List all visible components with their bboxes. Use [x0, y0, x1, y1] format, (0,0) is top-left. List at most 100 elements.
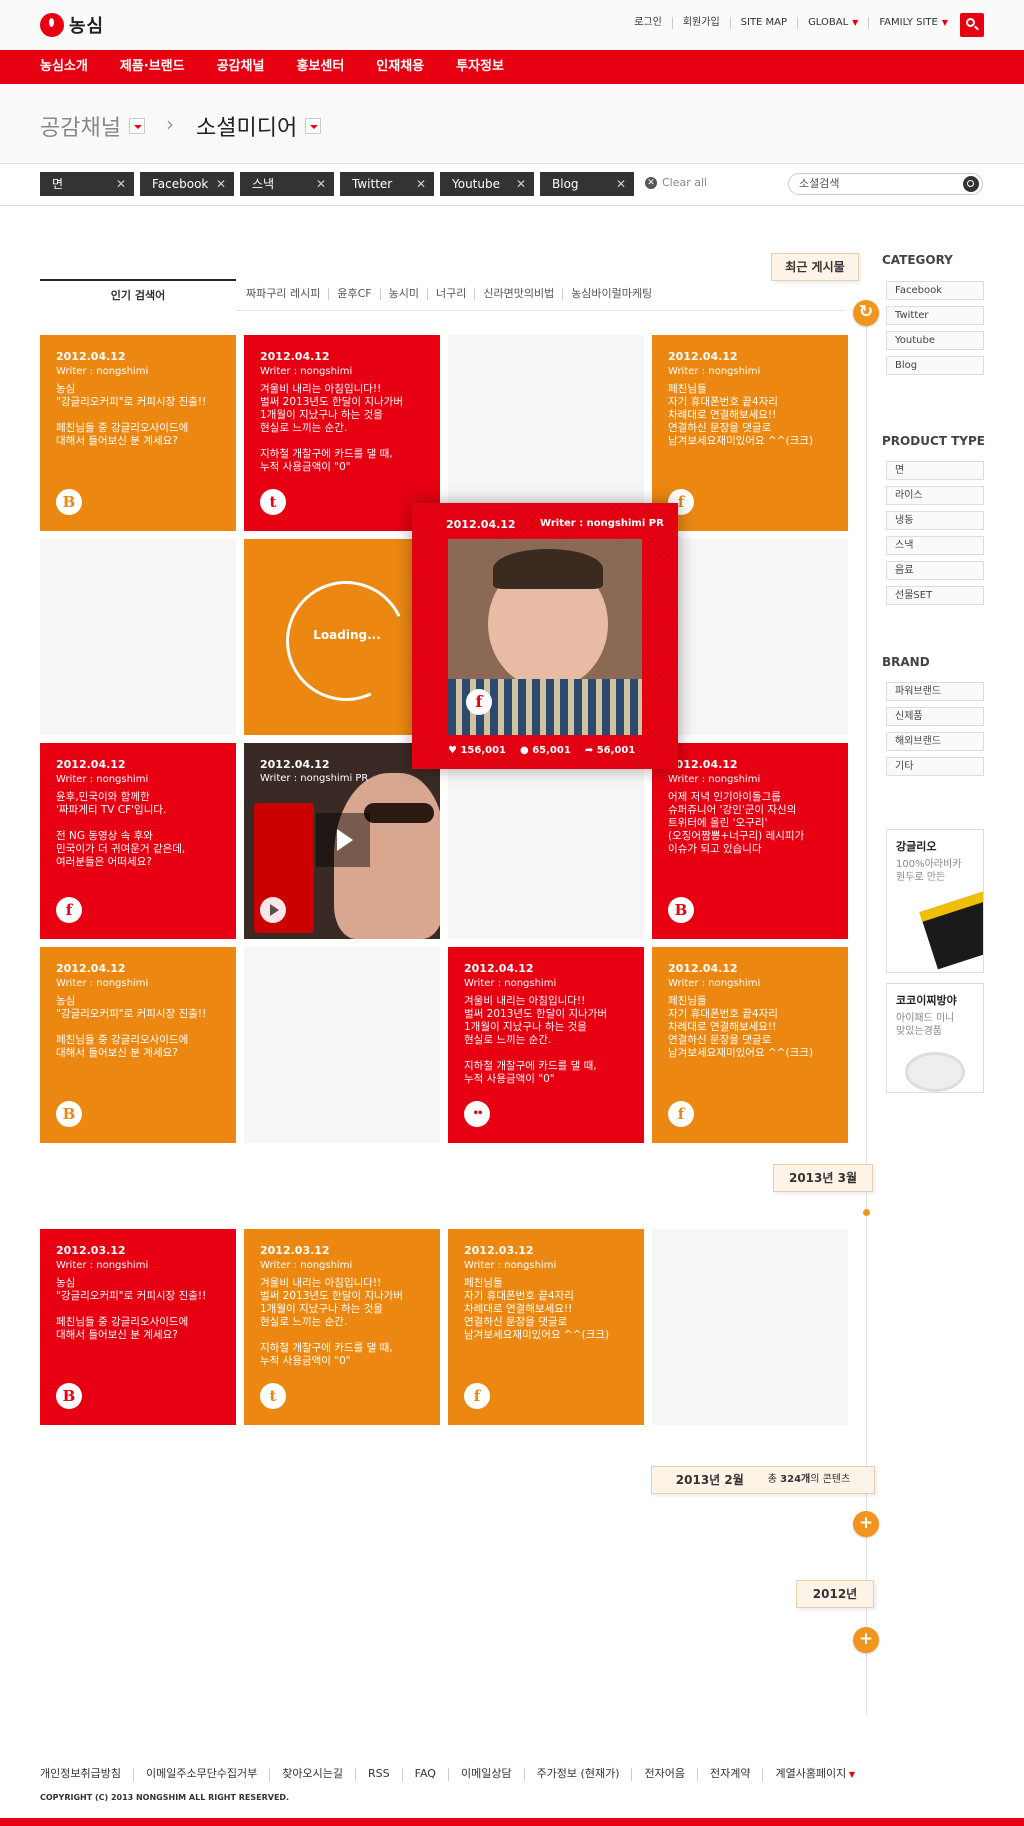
social-post-tile[interactable]: 2012.04.12 Writer : nongshimi 어제 저녁 인기아이돌그…: [652, 743, 848, 939]
expand-plus-icon[interactable]: +: [853, 1511, 879, 1537]
social-post-tile[interactable]: 2012.04.12 Writer : nongshimi 겨울비 내리는 아침입니…: [448, 947, 644, 1143]
nav-careers[interactable]: 인재채용: [376, 50, 424, 84]
post-date: 2012.03.12: [260, 1244, 330, 1257]
category-item[interactable]: Twitter: [886, 306, 984, 325]
social-post-tile[interactable]: 2012.04.12 Writer : nongshimi 농심 "강글리오커피"로…: [40, 335, 236, 531]
popular-keywords-tab[interactable]: 인기 검색어: [40, 279, 236, 311]
product-type-item[interactable]: 냉동: [886, 511, 984, 530]
clear-all-button[interactable]: ✕ Clear all: [645, 176, 707, 189]
filter-chip[interactable]: Facebook ✕: [140, 172, 234, 196]
header-search-button[interactable]: [960, 13, 984, 37]
product-type-item[interactable]: 음료: [886, 561, 984, 580]
footer-link[interactable]: 주가정보 (현재가): [523, 1768, 632, 1781]
social-post-tile[interactable]: 2012.03.12 Writer : nongshimi 겨울비 내리는 아침입니…: [244, 1229, 440, 1425]
location-level1[interactable]: 공감채널: [40, 110, 145, 142]
sitemap-link[interactable]: SITE MAP: [729, 17, 797, 29]
footer-link[interactable]: 찾아오시는길: [269, 1768, 355, 1781]
nav-channel[interactable]: 공감채널: [217, 50, 265, 84]
likes-stat[interactable]: ♥ 156,001: [448, 745, 506, 756]
coco-ichibanya-banner[interactable]: 코코이찌방야 아이패드 미니 맞있는경품: [886, 983, 984, 1093]
comments-stat[interactable]: ● 65,001: [520, 745, 571, 756]
footer-link[interactable]: 전자어음: [631, 1768, 696, 1781]
social-post-tile[interactable]: 2012.03.12 Writer : nongshimi 농심 "강글리오커피"로…: [40, 1229, 236, 1425]
nav-pr[interactable]: 홍보센터: [296, 50, 344, 84]
social-post-tile[interactable]: 2012.04.12 Writer : nongshimi 페친님들 자기 휴대폰번…: [652, 335, 848, 531]
social-post-tile[interactable]: 2012.04.12 Writer : nongshimi 윤후,민국이와 함께한 …: [40, 743, 236, 939]
filter-chip[interactable]: Youtube ✕: [440, 172, 534, 196]
popup-writer: Writer : nongshimi PR: [540, 518, 664, 529]
brand-item[interactable]: 기타: [886, 757, 984, 776]
close-icon[interactable]: ✕: [116, 172, 126, 196]
facebook-icon: f: [668, 1101, 694, 1127]
footer-bar: [0, 1818, 1024, 1826]
popular-keyword[interactable]: 윤후CF: [328, 288, 379, 300]
post-writer: Writer : nongshimi: [56, 978, 149, 989]
footer-link[interactable]: RSS: [355, 1768, 402, 1781]
close-icon[interactable]: ✕: [416, 172, 426, 196]
product-type-heading: PRODUCT TYPE: [882, 434, 985, 448]
post-writer: Writer : nongshimi: [464, 1260, 557, 1271]
expand-plus-icon[interactable]: +: [853, 1627, 879, 1653]
join-link[interactable]: 회원가입: [671, 17, 730, 29]
video-post-tile[interactable]: 2012.04.12 Writer : nongshimi PR: [244, 743, 440, 939]
popular-keyword[interactable]: 농심바이럴마케팅: [562, 288, 660, 300]
family-site-footer-dropdown[interactable]: 계열사홈페이지 ▼: [762, 1768, 867, 1781]
filter-chip[interactable]: 면 ✕: [40, 172, 134, 196]
social-search-input[interactable]: 소셜검색: [788, 173, 983, 195]
post-writer: Writer : nongshimi: [668, 774, 761, 785]
timeline-label-2012: 2012년: [796, 1580, 874, 1608]
close-icon[interactable]: ✕: [516, 172, 526, 196]
brand-item[interactable]: 파워브랜드: [886, 682, 984, 701]
post-date: 2012.04.12: [56, 962, 126, 975]
footer-link[interactable]: 이메일상담: [447, 1768, 524, 1781]
popular-keyword[interactable]: 너구리: [426, 288, 474, 300]
close-icon[interactable]: ✕: [616, 172, 626, 196]
filter-chip[interactable]: Blog ✕: [540, 172, 634, 196]
global-dropdown[interactable]: GLOBAL ▼: [797, 17, 868, 29]
social-post-tile[interactable]: 2012.03.12 Writer : nongshimi 페친님들 자기 휴대폰번…: [448, 1229, 644, 1425]
refresh-icon[interactable]: ↻: [853, 300, 879, 326]
search-icon[interactable]: [963, 176, 979, 192]
nongshim-logo[interactable]: 농심: [40, 12, 104, 38]
play-icon[interactable]: [316, 813, 370, 867]
close-icon[interactable]: ✕: [316, 172, 326, 196]
footer-link[interactable]: FAQ: [401, 1768, 448, 1781]
nav-ir[interactable]: 투자정보: [456, 50, 504, 84]
category-item[interactable]: Facebook: [886, 281, 984, 300]
shares-count: 56,001: [596, 745, 636, 756]
nav-products[interactable]: 제품·브랜드: [120, 50, 185, 84]
popup-photo[interactable]: f: [448, 539, 642, 735]
filter-chip-label: Blog: [552, 177, 579, 191]
close-icon[interactable]: ✕: [216, 172, 226, 196]
post-text: 농심 "강글리오커피"로 커피시장 진출!! 페친님들 중 강글리오사이드에 대…: [56, 383, 207, 447]
post-writer: Writer : nongshimi: [56, 366, 149, 377]
social-post-tile[interactable]: 2012.04.12 Writer : nongshimi 겨울비 내리는 아침입니…: [244, 335, 440, 531]
brand-item[interactable]: 신제품: [886, 707, 984, 726]
popular-keyword[interactable]: 농시미: [379, 288, 427, 300]
family-site-dropdown[interactable]: FAMILY SITE ▼: [868, 17, 958, 29]
footer-link[interactable]: 개인정보취급방침: [40, 1768, 133, 1781]
product-type-item[interactable]: 라이스: [886, 486, 984, 505]
brand-item[interactable]: 해외브랜드: [886, 732, 984, 751]
login-link[interactable]: 로그인: [624, 17, 672, 29]
footer-link[interactable]: 이메일주소무단수집거부: [132, 1768, 269, 1781]
filter-chip[interactable]: Twitter ✕: [340, 172, 434, 196]
post-detail-popup[interactable]: 2012.04.12 Writer : nongshimi PR f ♥ 156…: [412, 503, 678, 769]
category-heading: CATEGORY: [882, 253, 953, 267]
filter-chip[interactable]: 스낵 ✕: [240, 172, 334, 196]
footer-link[interactable]: 전자계약: [696, 1768, 762, 1781]
popular-keyword[interactable]: 신라면맛의비법: [474, 288, 562, 300]
location-level2[interactable]: 소셜미디어: [196, 110, 322, 142]
product-type-item[interactable]: 선물SET: [886, 586, 984, 605]
product-type-item[interactable]: 스낵: [886, 536, 984, 555]
category-item[interactable]: Youtube: [886, 331, 984, 350]
product-type-item[interactable]: 면: [886, 461, 984, 480]
nav-about[interactable]: 농심소개: [40, 50, 88, 84]
popular-keyword[interactable]: 짜파구리 레시피: [246, 288, 328, 300]
social-post-tile[interactable]: 2012.04.12 Writer : nongshimi 페친님들 자기 휴대폰번…: [652, 947, 848, 1143]
gangglio-banner[interactable]: 강글리오 100%아라비카 원두로 만든: [886, 829, 984, 973]
category-item[interactable]: Blog: [886, 356, 984, 375]
filter-chip-label: Youtube: [452, 177, 500, 191]
shares-stat[interactable]: ➦ 56,001: [585, 745, 635, 756]
social-post-tile[interactable]: 2012.04.12 Writer : nongshimi 농심 "강글리오커피"로…: [40, 947, 236, 1143]
